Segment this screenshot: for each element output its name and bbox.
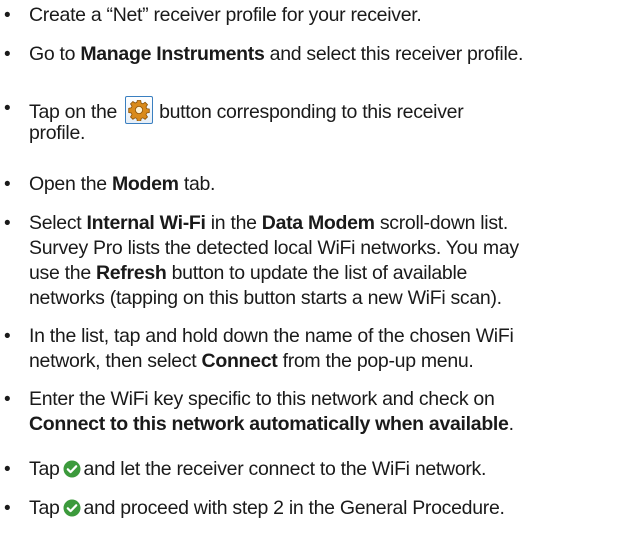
step-line: profile. (29, 122, 86, 144)
bullet-marker: • (4, 326, 11, 347)
step-line: Tap and proceed with step 2 in the Gener… (29, 496, 641, 521)
step-line: Select Internal Wi-Fi in the Data Modem … (29, 211, 641, 236)
bullet-marker: • (4, 5, 11, 26)
ui-term-internal-wifi: Internal Wi-Fi (86, 212, 206, 234)
step-text-segment: button corresponding to this receiver (159, 101, 464, 123)
step-text-segment: . (508, 413, 514, 435)
checkmark-ok-icon (63, 499, 81, 517)
bullet-marker: • (4, 498, 11, 519)
bullet-marker: • (4, 98, 11, 119)
bullet-marker: • (4, 389, 11, 410)
bullet-marker: • (4, 459, 11, 480)
bullet-marker: • (4, 174, 11, 195)
checkmark-ok-icon (63, 460, 81, 478)
step-text-segment: Open the (29, 173, 112, 195)
step-line: In the list, tap and hold down the name … (29, 325, 514, 347)
step-line: Tap and let the receiver connect to the … (29, 457, 641, 482)
step-text: Tap and let the receiver connect to the … (29, 457, 641, 482)
step-line: Connect to this network automatically wh… (29, 412, 641, 437)
step-line: Enter the WiFi key specific to this netw… (29, 388, 495, 410)
step-text: In the list, tap and hold down the name … (29, 324, 641, 374)
step-text-segment: and select this receiver profile. (264, 43, 524, 65)
step-text: Select Internal Wi-Fi in the Data Modem … (29, 211, 641, 311)
step-text-segment: Tap on the (29, 101, 118, 123)
step-line: Tap on the button corresponding to this … (29, 96, 641, 124)
procedure-document: • Create a “Net” receiver profile for yo… (0, 0, 643, 554)
ui-term-connect-automatically: Connect to this network automatically wh… (29, 413, 509, 435)
ui-term-connect: Connect (201, 350, 278, 372)
step-line: Survey Pro lists the detected local WiFi… (29, 237, 519, 259)
step-line: Go to Manage Instruments and select this… (29, 42, 641, 67)
step-text-segment: tab. (178, 173, 216, 195)
step-text: Create a “Net” receiver profile for your… (29, 3, 641, 28)
step-text-segment: scroll-down list. (374, 212, 509, 234)
step-text-segment: Tap (29, 458, 60, 480)
step-text: Tap on the button corresponding to this … (29, 96, 641, 146)
ui-term-data-modem: Data Modem (261, 212, 375, 234)
ui-term-modem: Modem (111, 173, 179, 195)
step-text-segment: and let the receiver connect to the WiFi… (83, 458, 487, 480)
ui-term-refresh: Refresh (95, 262, 167, 284)
bullet-marker: • (4, 44, 11, 65)
settings-button-image (125, 96, 154, 124)
ui-term-manage-instruments: Manage Instruments (80, 43, 265, 65)
step-line: Create a “Net” receiver profile for your… (29, 4, 422, 26)
step-text-segment: use the (29, 262, 96, 284)
step-line: network, then select Connect from the po… (29, 349, 641, 374)
step-line: use the Refresh button to update the lis… (29, 261, 641, 286)
step-text: Tap and proceed with step 2 in the Gener… (29, 496, 641, 521)
step-text-segment: from the pop-up menu. (277, 350, 474, 372)
step-text-segment: Go to (29, 43, 81, 65)
step-text: Open the Modem tab. (29, 172, 641, 197)
step-text: Go to Manage Instruments and select this… (29, 42, 641, 67)
gear-icon (128, 100, 150, 121)
step-text-segment: button to update the list of available (166, 262, 468, 284)
step-text-segment: network, then select (29, 350, 202, 372)
step-text-segment: in the (205, 212, 262, 234)
step-line: networks (tapping on this button starts … (29, 287, 502, 309)
bullet-marker: • (4, 213, 11, 234)
step-text-segment: Tap (29, 497, 60, 519)
step-line: Open the Modem tab. (29, 172, 641, 197)
step-text: Enter the WiFi key specific to this netw… (29, 387, 641, 437)
step-text-segment: and proceed with step 2 in the General P… (83, 497, 505, 519)
step-text-segment: Select (29, 212, 87, 234)
